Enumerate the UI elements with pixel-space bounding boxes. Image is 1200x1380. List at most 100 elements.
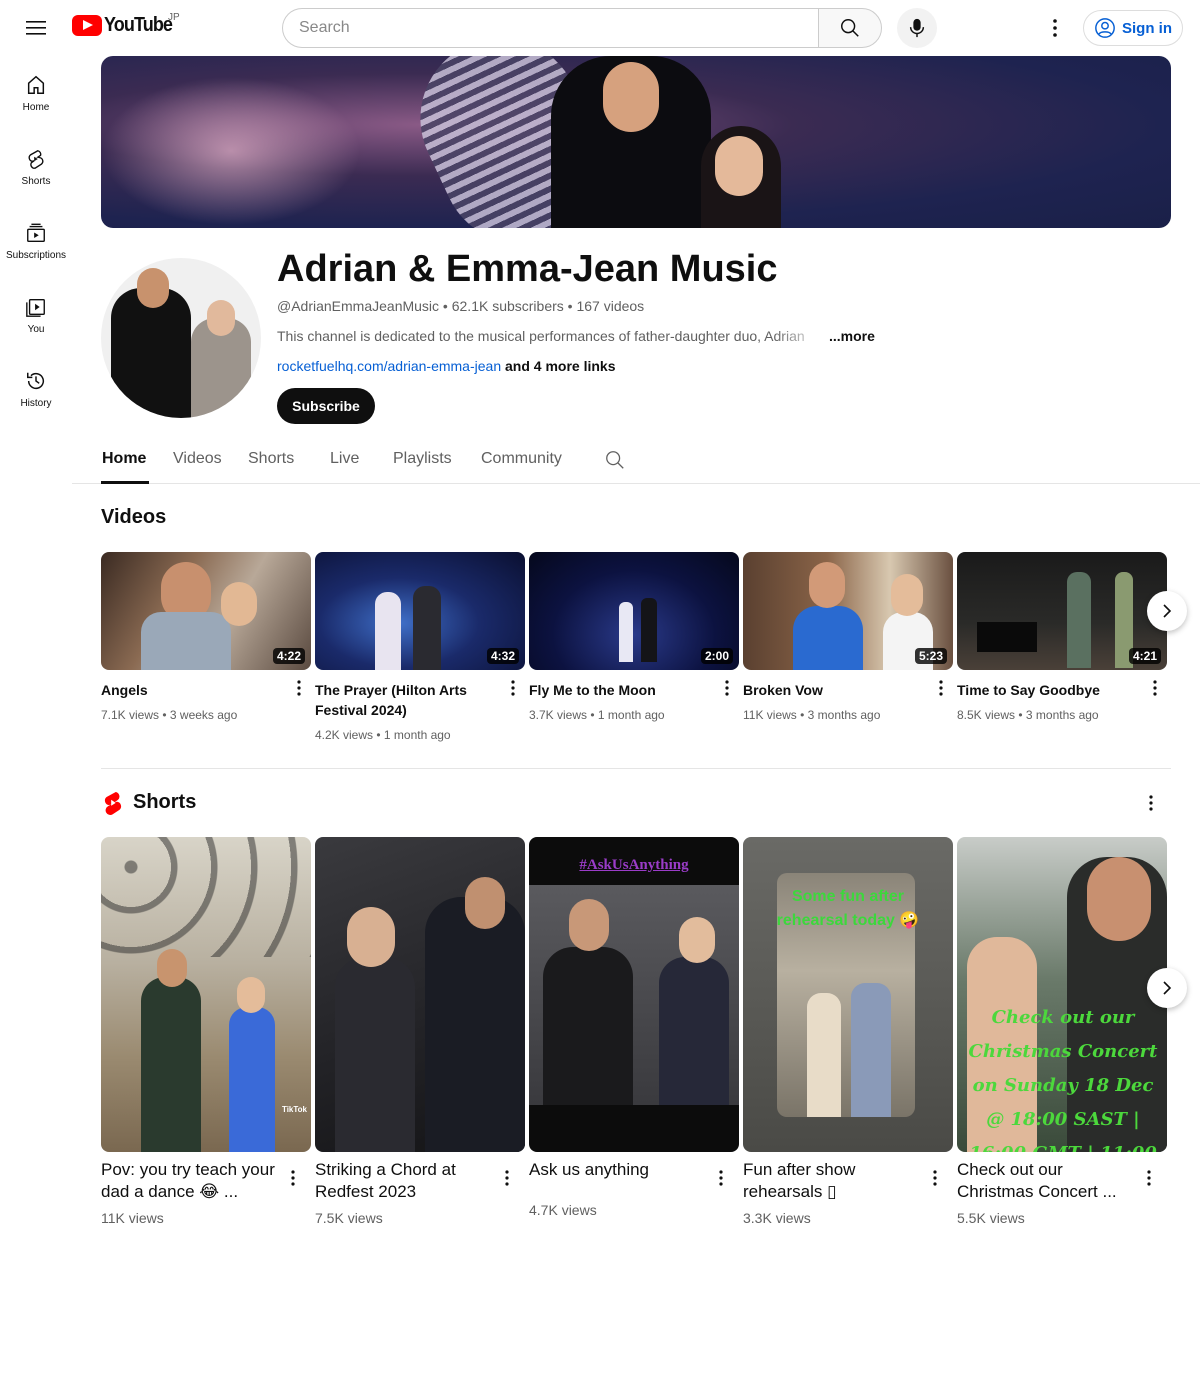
video-title[interactable]: Fly Me to the Moon bbox=[529, 680, 709, 700]
logo-text: YouTube bbox=[104, 14, 173, 36]
sign-in-label: Sign in bbox=[1122, 19, 1172, 37]
youtube-play-icon bbox=[72, 15, 102, 36]
account-icon bbox=[1095, 18, 1115, 38]
video-card: 5:23 Broken Vow 11K views • 3 months ago bbox=[743, 552, 953, 722]
more-links-button[interactable]: and 4 more links bbox=[505, 358, 615, 374]
video-thumbnail[interactable]: 2:00 bbox=[529, 552, 739, 670]
videos-next-button[interactable] bbox=[1147, 591, 1187, 631]
video-more-icon[interactable] bbox=[1145, 676, 1165, 700]
description-more-button[interactable]: ...more bbox=[829, 328, 875, 344]
sidebar-item-label: You bbox=[27, 323, 45, 335]
video-title[interactable]: Broken Vow bbox=[743, 680, 923, 700]
short-views: 5.5K views bbox=[957, 1210, 1025, 1226]
short-title[interactable]: Check out our Christmas Concert ... bbox=[957, 1159, 1137, 1203]
tab-community[interactable]: Community bbox=[481, 450, 562, 468]
short-title[interactable]: Fun after show rehearsals ▯ bbox=[743, 1159, 923, 1203]
short-title[interactable]: Pov: you try teach your dad a dance 😂 ..… bbox=[101, 1159, 281, 1203]
search-input[interactable] bbox=[282, 8, 818, 48]
video-duration: 4:21 bbox=[1128, 648, 1161, 664]
section-divider bbox=[101, 768, 1171, 769]
video-meta: 3.7K views • 1 month ago bbox=[529, 708, 665, 722]
sidebar-item-home[interactable]: Home bbox=[0, 56, 72, 130]
shorts-section-title: Shorts bbox=[133, 791, 197, 813]
sidebar-item-you[interactable]: You bbox=[0, 278, 72, 352]
sidebar-item-history[interactable]: History bbox=[0, 352, 72, 426]
channel-search-icon[interactable] bbox=[604, 449, 626, 476]
tab-shorts[interactable]: Shorts bbox=[248, 450, 294, 468]
short-more-icon[interactable] bbox=[1139, 1166, 1159, 1190]
video-card: 4:22 Angels 7.1K views • 3 weeks ago bbox=[101, 552, 311, 722]
search-icon bbox=[841, 19, 859, 37]
top-bar: YouTube JP Sign in bbox=[0, 0, 1200, 56]
short-card: TikTok Pov: you try teach your dad a dan… bbox=[101, 837, 311, 1226]
short-thumbnail[interactable] bbox=[315, 837, 525, 1152]
description-text: This channel is dedicated to the musical… bbox=[277, 328, 805, 344]
home-icon bbox=[27, 75, 45, 94]
sidebar-item-shorts[interactable]: Shorts bbox=[0, 130, 72, 204]
video-meta: 11K views • 3 months ago bbox=[743, 708, 881, 722]
short-thumbnail[interactable]: TikTok bbox=[101, 837, 311, 1152]
short-thumbnail[interactable]: Some fun after rehearsal today 🤪 bbox=[743, 837, 953, 1152]
channel-link[interactable]: rocketfuelhq.com/adrian-emma-jean bbox=[277, 358, 501, 374]
voice-search-button[interactable] bbox=[897, 8, 937, 48]
short-more-icon[interactable] bbox=[711, 1166, 731, 1190]
video-more-icon[interactable] bbox=[503, 676, 523, 700]
tab-live[interactable]: Live bbox=[330, 450, 359, 468]
short-title[interactable]: Striking a Chord at Redfest 2023 bbox=[315, 1159, 495, 1203]
video-thumbnail[interactable]: 4:22 bbox=[101, 552, 311, 670]
video-more-icon[interactable] bbox=[717, 676, 737, 700]
sidebar-item-label: Shorts bbox=[21, 175, 51, 187]
short-more-icon[interactable] bbox=[283, 1166, 303, 1190]
settings-menu-button[interactable] bbox=[1040, 10, 1070, 46]
video-thumbnail[interactable]: 4:21 bbox=[957, 552, 1167, 670]
sign-in-button[interactable]: Sign in bbox=[1083, 10, 1183, 46]
short-overlay-text: #AskUsAnything bbox=[579, 857, 689, 873]
shorts-section-more-icon[interactable] bbox=[1141, 791, 1161, 815]
video-card: 2:00 Fly Me to the Moon 3.7K views • 1 m… bbox=[529, 552, 739, 722]
banner-person-adrian bbox=[551, 56, 711, 228]
sidebar-item-subscriptions[interactable]: Subscriptions bbox=[0, 204, 72, 278]
short-overlay-text: TikTok bbox=[281, 1105, 307, 1114]
tab-videos[interactable]: Videos bbox=[173, 450, 222, 468]
youtube-logo[interactable]: YouTube JP bbox=[72, 12, 180, 37]
menu-icon[interactable] bbox=[18, 10, 54, 46]
video-title[interactable]: Time to Say Goodbye bbox=[957, 680, 1137, 700]
video-thumbnail[interactable]: 5:23 bbox=[743, 552, 953, 670]
short-more-icon[interactable] bbox=[497, 1166, 517, 1190]
short-thumbnail[interactable]: #AskUsAnything bbox=[529, 837, 739, 1152]
search-button[interactable] bbox=[818, 8, 882, 48]
channel-tabs: Home Videos Shorts Live Playlists Commun… bbox=[72, 438, 1200, 484]
tab-playlists[interactable]: Playlists bbox=[393, 450, 452, 468]
country-code: JP bbox=[168, 12, 180, 23]
subscriptions-icon bbox=[27, 223, 45, 242]
search-box bbox=[282, 8, 882, 48]
video-meta: 4.2K views • 1 month ago bbox=[315, 728, 451, 742]
shorts-next-button[interactable] bbox=[1147, 968, 1187, 1008]
short-views: 11K views bbox=[101, 1210, 164, 1226]
video-thumbnail[interactable]: 4:32 bbox=[315, 552, 525, 670]
short-views: 7.5K views bbox=[315, 1210, 383, 1226]
subscribe-button[interactable]: Subscribe bbox=[277, 388, 375, 424]
video-more-icon[interactable] bbox=[289, 676, 309, 700]
video-card: 4:21 Time to Say Goodbye 8.5K views • 3 … bbox=[957, 552, 1167, 722]
short-card: Check out our Christmas Concert on Sunda… bbox=[957, 837, 1167, 1226]
channel-banner bbox=[101, 56, 1171, 228]
shorts-logo-icon bbox=[102, 791, 124, 820]
short-title[interactable]: Ask us anything bbox=[529, 1159, 709, 1181]
video-meta: 7.1K views • 3 weeks ago bbox=[101, 708, 238, 722]
channel-name: Adrian & Emma-Jean Music bbox=[277, 248, 778, 290]
chevron-right-icon bbox=[1163, 981, 1172, 995]
short-overlay-text: Check out our Christmas Concert on Sunda… bbox=[968, 1007, 1158, 1152]
short-thumbnail[interactable]: Check out our Christmas Concert on Sunda… bbox=[957, 837, 1167, 1152]
active-tab-indicator bbox=[101, 481, 149, 484]
short-overlay-text: Some fun after rehearsal today 🤪 bbox=[776, 888, 920, 929]
sidebar-item-label: Home bbox=[22, 101, 50, 113]
channel-description: This channel is dedicated to the musical… bbox=[277, 328, 875, 344]
short-card: Some fun after rehearsal today 🤪 Fun aft… bbox=[743, 837, 953, 1226]
video-more-icon[interactable] bbox=[931, 676, 951, 700]
tab-home[interactable]: Home bbox=[102, 450, 146, 468]
history-icon bbox=[27, 372, 45, 389]
video-title[interactable]: Angels bbox=[101, 680, 281, 700]
short-more-icon[interactable] bbox=[925, 1166, 945, 1190]
video-title[interactable]: The Prayer (Hilton Arts Festival 2024) bbox=[315, 680, 495, 720]
